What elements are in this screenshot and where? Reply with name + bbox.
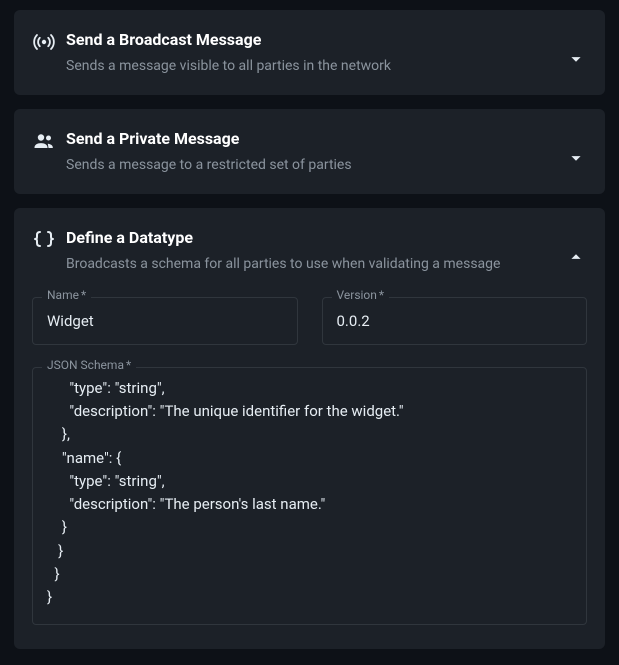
private-title: Send a Private Message xyxy=(66,129,587,150)
datatype-title: Define a Datatype xyxy=(66,228,587,249)
datatype-panel: Define a Datatype Broadcasts a schema fo… xyxy=(14,208,605,649)
private-subtitle: Sends a message to a restricted set of p… xyxy=(66,156,587,174)
version-input[interactable] xyxy=(322,297,588,345)
chevron-down-icon[interactable] xyxy=(565,48,587,70)
name-input[interactable] xyxy=(32,297,298,345)
chevron-down-icon[interactable] xyxy=(565,147,587,169)
version-field-wrapper: Version* xyxy=(322,297,588,345)
group-icon xyxy=(32,129,56,153)
schema-textarea[interactable] xyxy=(32,367,587,625)
chevron-up-icon[interactable] xyxy=(565,246,587,268)
datatype-body: Name* Version* JSON Schema* xyxy=(32,297,587,629)
broadcast-title: Send a Broadcast Message xyxy=(66,30,587,51)
broadcast-icon xyxy=(32,30,56,54)
schema-label: JSON Schema* xyxy=(42,359,136,371)
private-panel[interactable]: Send a Private Message Sends a message t… xyxy=(14,109,605,194)
datatype-header[interactable]: Define a Datatype Broadcasts a schema fo… xyxy=(32,228,587,273)
broadcast-subtitle: Sends a message visible to all parties i… xyxy=(66,57,587,75)
braces-icon xyxy=(32,228,56,252)
datatype-subtitle: Broadcasts a schema for all parties to u… xyxy=(66,255,587,273)
broadcast-panel[interactable]: Send a Broadcast Message Sends a message… xyxy=(14,10,605,95)
version-label: Version* xyxy=(332,289,390,301)
private-header: Send a Private Message Sends a message t… xyxy=(32,129,587,174)
schema-field-wrapper: JSON Schema* xyxy=(32,367,587,629)
broadcast-header: Send a Broadcast Message Sends a message… xyxy=(32,30,587,75)
name-label: Name* xyxy=(42,289,91,301)
name-field-wrapper: Name* xyxy=(32,297,298,345)
